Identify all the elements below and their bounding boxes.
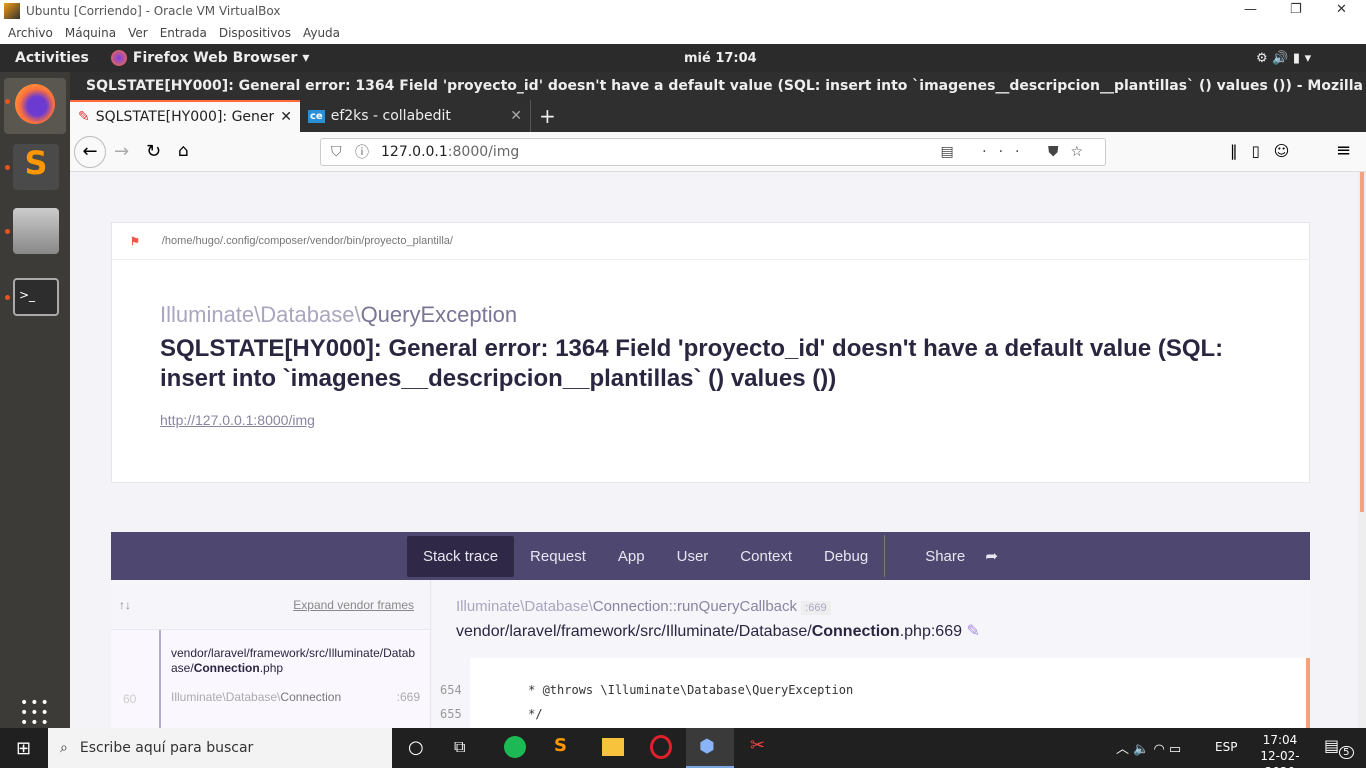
opera-icon[interactable]: [650, 735, 672, 759]
code-line: */: [492, 707, 543, 721]
info-icon[interactable]: ⓘ: [355, 142, 369, 162]
running-indicator: [5, 165, 10, 170]
error-message: SQLSTATE[HY000]: General error: 1364 Fie…: [160, 335, 1224, 392]
file-explorer-icon[interactable]: [602, 738, 624, 756]
windows-start-icon[interactable]: ⊞: [16, 738, 31, 759]
shield-icon: ⛉: [331, 144, 342, 160]
dock-files[interactable]: [13, 208, 59, 254]
window-title: SQLSTATE[HY000]: General error: 1364 Fie…: [86, 78, 1366, 94]
tabs-nav: Stack trace Request App User Context Debug Sha…: [111, 532, 1310, 580]
frame-class: Illuminate\Database\Connection:669: [171, 690, 420, 704]
url-bar[interactable]: ⛉ ⓘ 127.0.0.1:8000/img ▤ ··· ⛊☆: [320, 138, 1106, 166]
window-title: Ubuntu [Corriendo] - Oracle VM VirtualBo…: [26, 4, 281, 18]
tab-label: ef2ks - collabedit: [330, 108, 451, 124]
virtualbox-icon: [4, 3, 20, 19]
home-button[interactable]: ⌂: [178, 141, 189, 161]
system-tray-icons[interactable]: ⚙ 🔊 ▮ ▾: [1256, 51, 1311, 66]
show-applications-icon[interactable]: ••• ••• •••: [20, 696, 51, 730]
frame-number: 60: [123, 692, 137, 706]
frame-item[interactable]: 60 vendor/laravel/framework/src/Illumina…: [111, 630, 430, 728]
url-path: :8000/img: [447, 144, 520, 160]
running-indicator: [5, 229, 10, 234]
expand-vendor-frames-link[interactable]: Expand vendor frames: [293, 598, 414, 612]
ignition-logo: ⚑: [130, 235, 140, 248]
tab-stack-trace[interactable]: Stack trace: [407, 535, 515, 577]
project-path: /home/hugo/.config/composer/vendor/bin/p…: [161, 235, 453, 247]
tab-context[interactable]: Context: [724, 536, 808, 577]
menu-ayuda[interactable]: Ayuda: [303, 26, 340, 40]
page-content: ⚑ /home/hugo/.config/composer/vendor/bin/…: [70, 172, 1358, 728]
firefox-icon: [110, 50, 127, 66]
close-button[interactable]: ✕: [1336, 2, 1347, 17]
spotify-icon[interactable]: [504, 736, 526, 758]
search-placeholder: Escribe aquí para buscar: [79, 740, 254, 756]
frame-nav-arrows[interactable]: ↑↓: [119, 598, 131, 612]
tab-debug[interactable]: Debug: [808, 536, 884, 577]
dock-terminal[interactable]: >_: [13, 278, 59, 316]
tab-request[interactable]: Request: [514, 536, 602, 577]
task-view-icon[interactable]: ⧉: [454, 737, 465, 757]
dock-firefox[interactable]: [4, 78, 66, 134]
running-indicator: [5, 99, 10, 104]
vm-menu-bar: Archivo Máquina Ver Entrada Dispositivos Ayud…: [0, 22, 1366, 44]
request-url-link[interactable]: http://127.0.0.1:8000/img: [160, 412, 1261, 428]
code-snippet: 654 655 * @throws \Illuminate\Database\Qu…: [432, 658, 1310, 728]
collabedit-icon: ce: [308, 109, 325, 123]
back-button[interactable]: ←: [74, 136, 106, 168]
tab-collabedit[interactable]: ce ef2ks - collabedit ✕: [300, 100, 530, 132]
sublime-icon[interactable]: S: [554, 735, 567, 756]
windows-taskbar: ⊞ ⌕ Escribe aquí para buscar ○ ⧉ S ⬢ ✂ ︿ …: [0, 728, 1366, 779]
minimize-button[interactable]: —: [1244, 2, 1257, 17]
tab-label: SQLSTATE[HY000]: Gener: [95, 109, 275, 125]
frame-file-path: vendor/laravel/framework/src/Illuminate/…: [171, 646, 416, 675]
tab-share[interactable]: Share ➦: [884, 535, 1014, 577]
ubuntu-dock: S >_ ••• ••• •••: [0, 72, 70, 730]
dock-sublime-text[interactable]: S: [13, 144, 59, 190]
running-indicator: [5, 295, 10, 300]
tray-icons[interactable]: ︿ 🔈 ◠ ▭: [1116, 738, 1181, 757]
taskbar-clock[interactable]: 17:04 12-02-2020: [1250, 732, 1310, 780]
firefox-icon: [15, 84, 55, 124]
menu-archivo[interactable]: Archivo: [8, 26, 53, 40]
menu-entrada[interactable]: Entrada: [160, 26, 207, 40]
edit-pencil-icon[interactable]: ✎: [966, 623, 979, 640]
close-tab-icon[interactable]: ✕: [510, 108, 522, 124]
reload-button[interactable]: ↻: [146, 141, 161, 162]
snipping-tool-icon[interactable]: ✂: [750, 735, 765, 756]
scrollbar[interactable]: [1358, 172, 1366, 728]
notifications-icon[interactable]: ▤ 5: [1324, 736, 1354, 760]
tab-user[interactable]: User: [661, 536, 725, 577]
tab-app[interactable]: App: [602, 536, 661, 577]
new-tab-button[interactable]: +: [530, 100, 570, 132]
cortana-icon[interactable]: ○: [408, 737, 424, 758]
error-card: ⚑ /home/hugo/.config/composer/vendor/bin/…: [111, 222, 1310, 483]
laravel-icon: ✎: [78, 109, 90, 125]
tab-strip: ✎ SQLSTATE[HY000]: Gener ✕ ce ef2ks - colla…: [70, 100, 1366, 132]
firefox-title-bar: SQLSTATE[HY000]: General error: 1364 Fie…: [70, 72, 1366, 100]
code-line: * @throws \Illuminate\Database\QueryExce…: [492, 683, 854, 697]
ubuntu-top-bar: Activities Firefox Web Browser ▾ mié 17:…: [0, 44, 1366, 72]
forward-button[interactable]: →: [114, 141, 129, 162]
tab-error[interactable]: ✎ SQLSTATE[HY000]: Gener ✕: [70, 100, 300, 132]
vm-title-bar: Ubuntu [Corriendo] - Oracle VM VirtualBo…: [0, 0, 1366, 22]
language-indicator[interactable]: ESP: [1215, 740, 1237, 754]
activities-button[interactable]: Activities: [15, 50, 89, 66]
exception-class: Illuminate\Database\QueryException: [160, 302, 518, 327]
page-action-icons[interactable]: ▤ ··· ⛊☆: [940, 144, 1095, 160]
url-host: 127.0.0.1: [381, 144, 448, 160]
frame-header: Illuminate\Database\Connection::runQuery…: [432, 580, 1310, 658]
toolbar-icons[interactable]: ‖▯☺: [1230, 142, 1303, 160]
search-icon: ⌕: [60, 740, 68, 756]
menu-maquina[interactable]: Máquina: [65, 26, 116, 40]
search-box[interactable]: ⌕ Escribe aquí para buscar: [48, 728, 392, 768]
clock[interactable]: mié 17:04: [684, 51, 757, 66]
close-tab-icon[interactable]: ✕: [280, 109, 292, 125]
virtualbox-taskbar-button[interactable]: ⬢: [686, 728, 734, 768]
menu-ver[interactable]: Ver: [128, 26, 148, 40]
menu-button[interactable]: ≡: [1336, 140, 1351, 161]
app-menu[interactable]: Firefox Web Browser ▾: [133, 50, 309, 66]
maximize-button[interactable]: ❐: [1290, 2, 1302, 17]
menu-dispositivos[interactable]: Dispositivos: [219, 26, 291, 40]
frames-list: ↑↓ Expand vendor frames 60 vendor/laravel…: [111, 580, 431, 728]
